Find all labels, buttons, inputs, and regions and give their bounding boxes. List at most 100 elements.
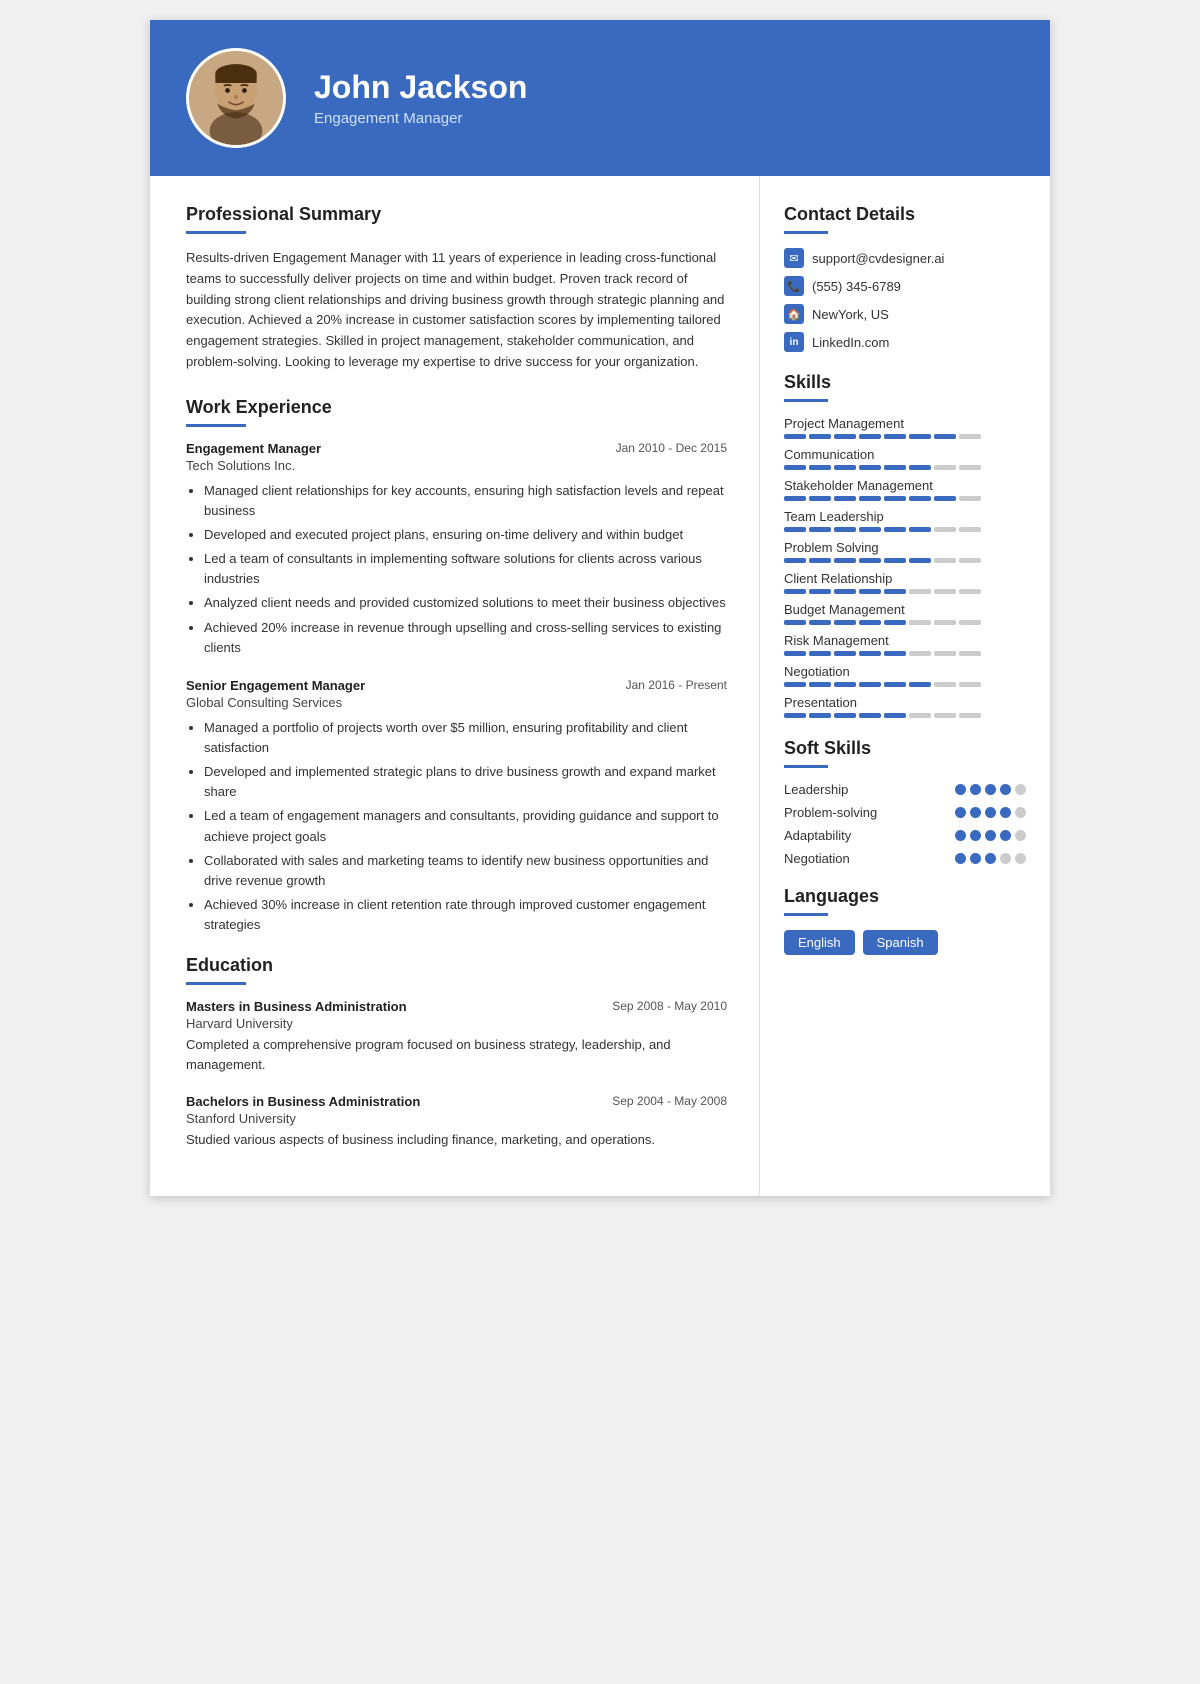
skill-segment bbox=[784, 713, 806, 718]
skill-segment bbox=[884, 682, 906, 687]
language-spanish: Spanish bbox=[863, 930, 938, 955]
skill-segment bbox=[784, 496, 806, 501]
skill-name: Client Relationship bbox=[784, 571, 1026, 586]
soft-skill-name: Adaptability bbox=[784, 828, 851, 843]
skill-segment bbox=[784, 434, 806, 439]
soft-skill-name: Problem-solving bbox=[784, 805, 877, 820]
home-icon: 🏠 bbox=[784, 304, 804, 324]
resume-container: John Jackson Engagement Manager Professi… bbox=[150, 20, 1050, 1196]
skill-dot bbox=[1015, 784, 1026, 795]
skill-bar bbox=[784, 651, 1026, 656]
phone-value: (555) 345-6789 bbox=[812, 279, 901, 294]
list-item: Developed and implemented strategic plan… bbox=[204, 762, 727, 802]
education-underline bbox=[186, 982, 246, 985]
skill-bar bbox=[784, 527, 1026, 532]
skill-segment bbox=[934, 620, 956, 625]
skill-segment bbox=[859, 434, 881, 439]
job-2: Senior Engagement Manager Jan 2016 - Pre… bbox=[186, 678, 727, 935]
skill-segment bbox=[809, 558, 831, 563]
skill-segment bbox=[809, 651, 831, 656]
skill-name: Problem Solving bbox=[784, 540, 1026, 555]
skill-segment bbox=[884, 651, 906, 656]
skill-segment bbox=[934, 651, 956, 656]
list-item: Developed and executed project plans, en… bbox=[204, 525, 727, 545]
skill-segment bbox=[809, 496, 831, 501]
skill-segment bbox=[959, 620, 981, 625]
skill-dot bbox=[955, 784, 966, 795]
skill-segment bbox=[909, 713, 931, 718]
skill-name: Project Management bbox=[784, 416, 1026, 431]
skill-segment bbox=[909, 620, 931, 625]
skill-item: Communication bbox=[784, 447, 1026, 470]
skill-dots bbox=[955, 853, 1026, 864]
skill-bar bbox=[784, 496, 1026, 501]
header-text: John Jackson Engagement Manager bbox=[314, 69, 527, 127]
skill-segment bbox=[959, 713, 981, 718]
linkedin-icon: in bbox=[784, 332, 804, 352]
skill-segment bbox=[859, 620, 881, 625]
contact-divider bbox=[784, 231, 828, 234]
edu-1-date: Sep 2008 - May 2010 bbox=[612, 999, 727, 1013]
skill-segment bbox=[884, 558, 906, 563]
skill-segment bbox=[909, 465, 931, 470]
edu-2-desc: Studied various aspects of business incl… bbox=[186, 1130, 727, 1150]
soft-skills-divider bbox=[784, 765, 828, 768]
skill-segment bbox=[909, 496, 931, 501]
skill-segment bbox=[959, 527, 981, 532]
skill-segment bbox=[959, 682, 981, 687]
skill-segment bbox=[884, 496, 906, 501]
skill-item: Problem Solving bbox=[784, 540, 1026, 563]
skill-segment bbox=[859, 713, 881, 718]
skill-item: Project Management bbox=[784, 416, 1026, 439]
skill-segment bbox=[959, 434, 981, 439]
skill-segment bbox=[809, 527, 831, 532]
skill-segment bbox=[909, 434, 931, 439]
skill-dot bbox=[1000, 784, 1011, 795]
language-english: English bbox=[784, 930, 855, 955]
skill-bar bbox=[784, 620, 1026, 625]
skill-segment bbox=[859, 651, 881, 656]
soft-skill-item: Problem-solving bbox=[784, 805, 1026, 820]
skill-bar bbox=[784, 589, 1026, 594]
skill-segment bbox=[834, 558, 856, 563]
edu-2-header: Bachelors in Business Administration Sep… bbox=[186, 1094, 727, 1109]
skill-dot bbox=[985, 830, 996, 841]
skill-segment bbox=[884, 465, 906, 470]
skill-segment bbox=[909, 527, 931, 532]
edu-1-degree: Masters in Business Administration bbox=[186, 999, 407, 1014]
skill-segment bbox=[934, 589, 956, 594]
skill-item: Negotiation bbox=[784, 664, 1026, 687]
skill-dot bbox=[985, 807, 996, 818]
summary-section: Professional Summary Results-driven Enga… bbox=[186, 204, 727, 373]
list-item: Analyzed client needs and provided custo… bbox=[204, 593, 727, 613]
skill-segment bbox=[934, 527, 956, 532]
list-item: Managed client relationships for key acc… bbox=[204, 481, 727, 521]
skill-segment bbox=[859, 682, 881, 687]
skill-segment bbox=[784, 589, 806, 594]
body-section: Professional Summary Results-driven Enga… bbox=[150, 176, 1050, 1196]
skills-section: Skills Project ManagementCommunicationSt… bbox=[784, 372, 1026, 718]
skill-dot bbox=[1000, 853, 1011, 864]
skill-segment bbox=[809, 682, 831, 687]
skill-dot bbox=[955, 830, 966, 841]
job-1: Engagement Manager Jan 2010 - Dec 2015 T… bbox=[186, 441, 727, 658]
soft-skill-item: Leadership bbox=[784, 782, 1026, 797]
skill-dot bbox=[1000, 830, 1011, 841]
full-name: John Jackson bbox=[314, 69, 527, 106]
list-item: Led a team of consultants in implementin… bbox=[204, 549, 727, 589]
skill-dot bbox=[985, 784, 996, 795]
education-title: Education bbox=[186, 955, 727, 976]
skill-segment bbox=[784, 620, 806, 625]
edu-1: Masters in Business Administration Sep 2… bbox=[186, 999, 727, 1075]
skill-item: Team Leadership bbox=[784, 509, 1026, 532]
education-section: Education Masters in Business Administra… bbox=[186, 955, 727, 1149]
skill-segment bbox=[859, 558, 881, 563]
list-item: Collaborated with sales and marketing te… bbox=[204, 851, 727, 891]
skill-segment bbox=[834, 465, 856, 470]
contact-linkedin: in LinkedIn.com bbox=[784, 332, 1026, 352]
skill-segment bbox=[909, 651, 931, 656]
skill-name: Budget Management bbox=[784, 602, 1026, 617]
skill-segment bbox=[909, 558, 931, 563]
skill-name: Stakeholder Management bbox=[784, 478, 1026, 493]
edu-1-desc: Completed a comprehensive program focuse… bbox=[186, 1035, 727, 1075]
